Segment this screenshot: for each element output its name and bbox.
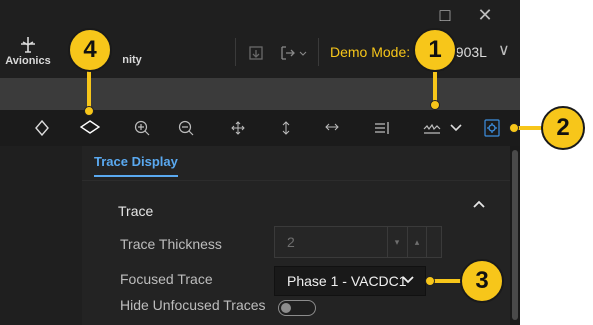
hide-unfocused-toggle[interactable]	[278, 300, 316, 316]
demo-mode-label: Demo Mode:	[330, 44, 410, 60]
callout-2-dot	[509, 123, 519, 133]
trace-thickness-field[interactable]: 2 ▾ ▴	[274, 226, 442, 258]
section-title-trace: Trace	[118, 203, 154, 219]
fit-width-icon[interactable]	[372, 120, 392, 139]
callout-1-dot	[430, 100, 440, 110]
chevron-down-icon[interactable]	[446, 120, 466, 136]
diamond-outline-icon[interactable]	[32, 119, 52, 139]
nav-item-avionics[interactable]: Avionics	[2, 36, 54, 67]
callout-4: 4	[68, 28, 112, 72]
trace-thickness-value: 2	[287, 234, 295, 250]
panel-scrollbar[interactable]	[510, 146, 520, 325]
airplane-icon	[21, 37, 35, 53]
demo-mode-text: Demo Mode:	[330, 44, 411, 60]
zoom-out-icon[interactable]	[176, 120, 196, 139]
settings-gear-icon[interactable]	[482, 118, 502, 141]
import-icon[interactable]	[280, 45, 310, 64]
chevron-down-icon	[401, 271, 415, 291]
export-icon[interactable]	[248, 45, 264, 64]
tab-trace-display[interactable]: Trace Display	[94, 154, 178, 177]
pan-icon[interactable]	[228, 120, 248, 139]
trace-thickness-label: Trace Thickness	[120, 236, 222, 252]
toolbar-divider	[235, 38, 236, 66]
callout-2: 2	[541, 106, 585, 150]
horizontal-scale-icon[interactable]	[322, 120, 342, 136]
tab-band	[0, 78, 520, 110]
vertical-scale-icon[interactable]	[276, 120, 296, 139]
focused-trace-value: Phase 1 - VACDC1	[287, 273, 407, 289]
callout-3: 3	[460, 259, 504, 303]
nav-label-avionics: Avionics	[5, 55, 51, 67]
close-icon[interactable]: ✕	[476, 6, 494, 24]
scrollbar-thumb[interactable]	[512, 150, 518, 320]
nav-item-partial[interactable]: nity	[112, 54, 152, 66]
trace-settings-panel: Trace Display Trace Trace Thickness 2 ▾ …	[82, 146, 520, 325]
toggle-knob	[281, 303, 291, 313]
chevron-up-icon[interactable]	[472, 196, 486, 214]
panel-tabs: Trace Display	[82, 146, 520, 181]
callout-1-pointer	[433, 72, 437, 102]
callout-3-pointer	[430, 279, 464, 283]
focused-trace-label: Focused Trace	[120, 271, 213, 287]
waveform-icon[interactable]	[422, 120, 442, 137]
hide-unfocused-label: Hide Unfocused Traces	[120, 297, 266, 313]
toolbar-divider	[318, 38, 319, 66]
zoom-in-icon[interactable]	[132, 120, 152, 139]
maximize-icon[interactable]: □	[436, 6, 454, 24]
callout-1: 1	[413, 28, 457, 72]
decrement-button[interactable]: ▾	[387, 227, 406, 257]
diamond-marker-icon[interactable]	[79, 120, 101, 137]
title-bar: □ ✕	[0, 0, 520, 30]
focused-trace-select[interactable]: Phase 1 - VACDC1	[274, 266, 426, 296]
callout-3-dot	[425, 276, 435, 286]
chevron-down-icon[interactable]: ∨	[498, 40, 510, 60]
nav-label-partial: nity	[122, 54, 142, 66]
callout-4-pointer	[87, 70, 91, 108]
increment-button[interactable]: ▴	[407, 227, 427, 257]
trace-toolbar	[0, 110, 520, 146]
callout-4-dot	[84, 106, 94, 116]
